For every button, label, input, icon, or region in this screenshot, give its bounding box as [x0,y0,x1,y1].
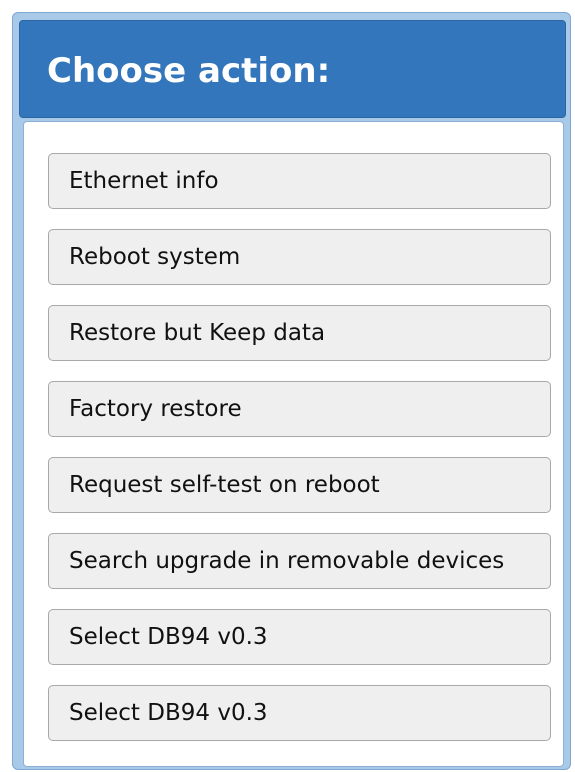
search-upgrade-button[interactable]: Search upgrade in removable devices [48,533,551,589]
choose-action-dialog: Choose action: Ethernet info Reboot syst… [12,12,571,770]
dialog-title: Choose action: [47,51,331,91]
dialog-title-bar: Choose action: [19,20,566,118]
select-db94-button[interactable]: Select DB94 v0.3 [48,609,551,665]
ethernet-info-button[interactable]: Ethernet info [48,153,551,209]
reboot-system-button[interactable]: Reboot system [48,229,551,285]
action-list: Ethernet info Reboot system Restore but … [23,121,564,767]
request-self-test-button[interactable]: Request self-test on reboot [48,457,551,513]
select-db94-button-2[interactable]: Select DB94 v0.3 [48,685,551,741]
restore-keep-data-button[interactable]: Restore but Keep data [48,305,551,361]
factory-restore-button[interactable]: Factory restore [48,381,551,437]
